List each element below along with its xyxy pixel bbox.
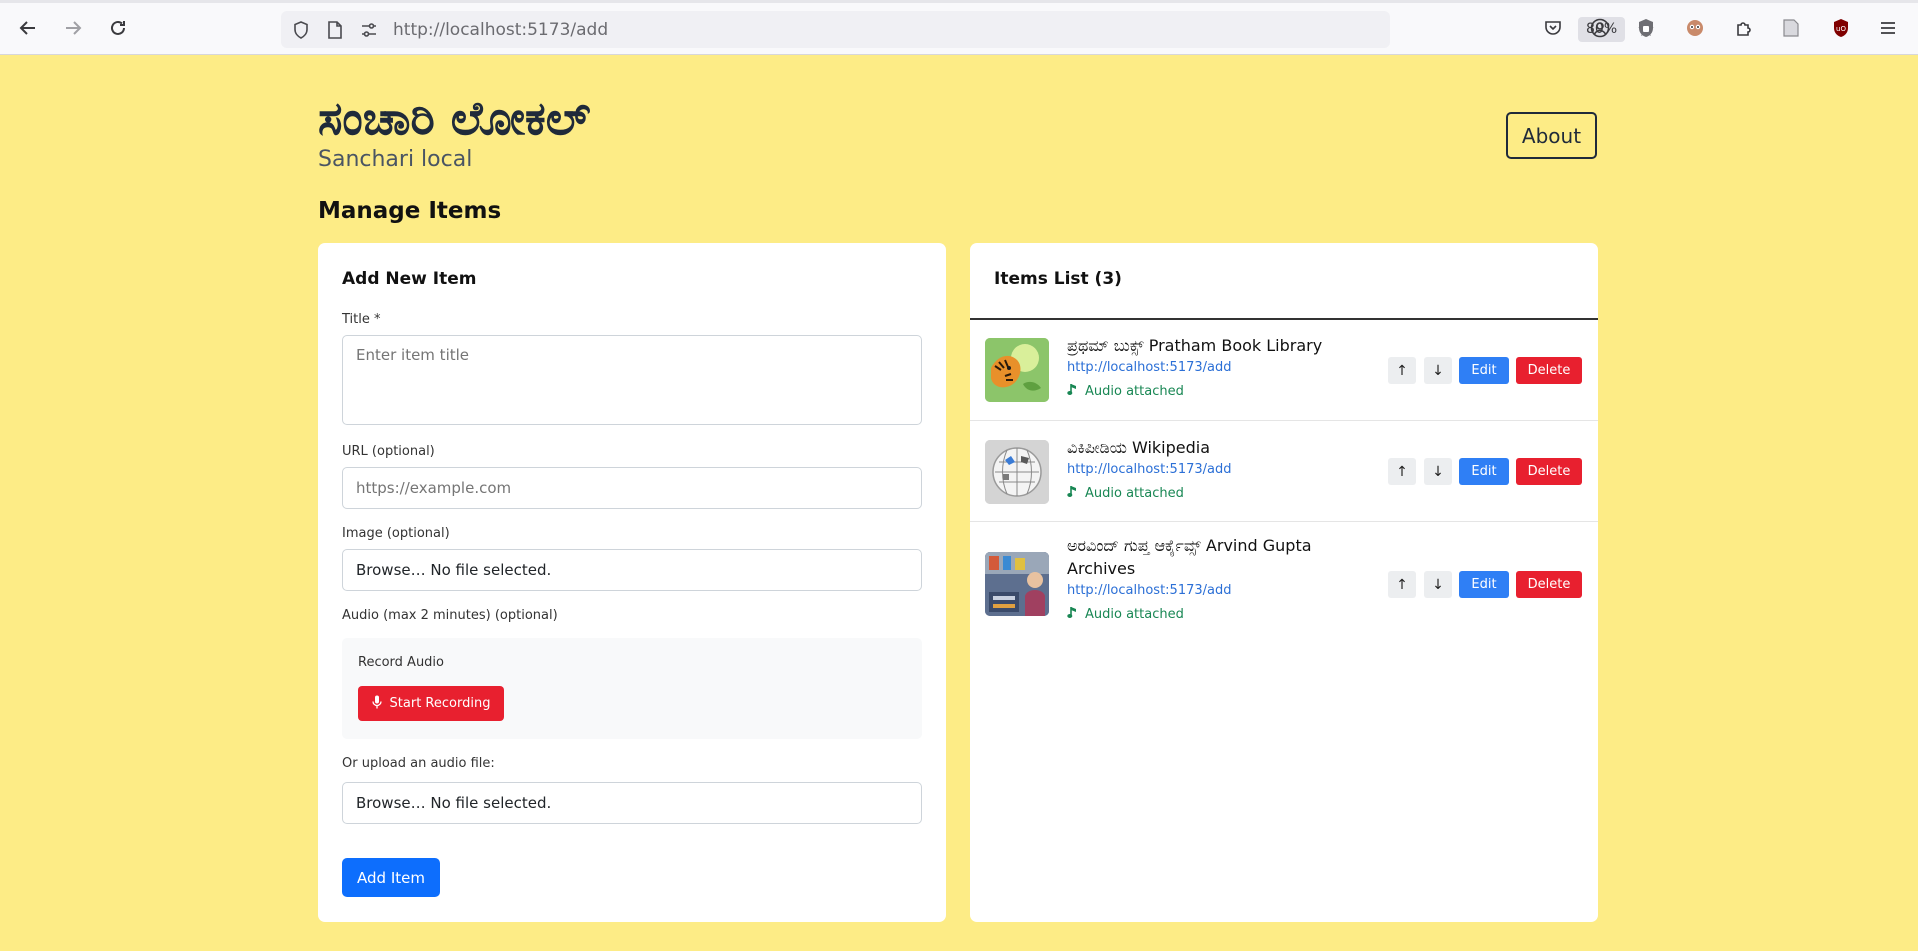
move-up-button[interactable]: ↑ (1388, 571, 1416, 598)
record-audio-panel: Record Audio Start Recording (342, 638, 922, 739)
delete-button[interactable]: Delete (1516, 571, 1582, 598)
delete-button[interactable]: Delete (1516, 458, 1582, 485)
item-url-link[interactable]: http://localhost:5173/add (1067, 583, 1232, 598)
add-item-heading: Add New Item (342, 269, 477, 289)
record-audio-label: Record Audio (358, 655, 444, 670)
move-up-button[interactable]: ↑ (1388, 357, 1416, 384)
start-recording-button[interactable]: Start Recording (358, 686, 504, 721)
move-down-button[interactable]: ↓ (1424, 571, 1452, 598)
item-audio-status: Audio attached (1067, 485, 1184, 502)
delete-button[interactable]: Delete (1516, 357, 1582, 384)
site-subtitle: Sanchari local (318, 147, 473, 172)
browser-toolbar: http://localhost:5173/add 80% ☆ uO (0, 0, 1918, 55)
audio-label: Audio (max 2 minutes) (optional) (342, 608, 558, 623)
items-list-heading: Items List (3) (994, 269, 1122, 289)
pocket-icon[interactable] (1540, 15, 1566, 41)
site-title: ಸಂಚಾರಿ ಲೋಕಲ್ (318, 91, 591, 145)
permissions-icon[interactable] (358, 19, 380, 41)
move-down-button[interactable]: ↓ (1424, 458, 1452, 485)
item-title: ಪ್ರಥಮ್ ಬುಕ್ಸ್ Pratham Book Library (1067, 336, 1323, 355)
extension-face-icon[interactable] (1682, 15, 1708, 41)
ublock-icon[interactable]: uO (1828, 15, 1854, 41)
reader-doc-icon[interactable] (1778, 15, 1804, 41)
item-thumbnail (985, 552, 1049, 616)
menu-hamburger-icon[interactable] (1875, 15, 1901, 41)
microphone-icon (371, 695, 382, 713)
extensions-puzzle-icon[interactable] (1731, 15, 1757, 41)
svg-text:uO: uO (1836, 25, 1846, 33)
items-list-card: Items List (3) ಪ್ರಥಮ್ ಬುಕ್ಸ್ Pratham Boo… (970, 243, 1598, 922)
item-thumbnail (985, 440, 1049, 504)
address-bar[interactable]: http://localhost:5173/add 80% ☆ (281, 11, 1655, 48)
shield-icon[interactable] (290, 19, 312, 41)
reload-icon[interactable] (104, 14, 132, 42)
image-label: Image (optional) (342, 526, 450, 541)
account-icon[interactable] (1587, 15, 1613, 41)
music-note-icon (1067, 485, 1077, 502)
edit-button[interactable]: Edit (1459, 571, 1509, 598)
about-button[interactable]: About (1506, 112, 1597, 159)
item-url-link[interactable]: http://localhost:5173/add (1067, 462, 1232, 477)
item-audio-status: Audio attached (1067, 606, 1184, 623)
music-note-icon (1067, 383, 1077, 400)
add-item-card: Add New Item Title * URL (optional) Imag… (318, 243, 946, 922)
upload-audio-label: Or upload an audio file: (342, 756, 495, 771)
item-url-link[interactable]: http://localhost:5173/add (1067, 360, 1232, 375)
tab-strip-edge (0, 0, 1918, 3)
image-file-input[interactable]: Browse… No file selected. (342, 549, 922, 591)
url-label: URL (optional) (342, 444, 435, 459)
music-note-icon (1067, 606, 1077, 623)
url-text[interactable]: http://localhost:5173/add (393, 20, 608, 40)
page-icon[interactable] (324, 19, 346, 41)
page-title: Manage Items (318, 198, 502, 224)
edit-button[interactable]: Edit (1459, 458, 1509, 485)
forward-icon[interactable] (59, 14, 87, 42)
item-title: ವಿಕಿಪೀಡಿಯ Wikipedia (1067, 438, 1211, 457)
item-thumbnail (985, 338, 1049, 402)
list-item: ಪ್ರಥಮ್ ಬುಕ್ಸ್ Pratham Book Library http:… (970, 320, 1598, 421)
item-audio-status: Audio attached (1067, 383, 1184, 400)
add-item-button[interactable]: Add Item (342, 858, 440, 897)
move-up-button[interactable]: ↑ (1388, 458, 1416, 485)
title-input[interactable] (342, 335, 922, 425)
back-icon[interactable] (14, 14, 42, 42)
list-item: ವಿಕಿಪೀಡಿಯ Wikipedia http://localhost:517… (970, 421, 1598, 522)
url-input[interactable] (342, 467, 922, 509)
title-label: Title * (342, 312, 381, 327)
audio-file-input[interactable]: Browse… No file selected. (342, 782, 922, 824)
item-title: ಅರವಿಂದ್ ಗುಪ್ತ ಆರ್ಕೈವ್ಸ್ Arvind Gupta Arc… (1067, 536, 1312, 578)
start-recording-label: Start Recording (389, 696, 491, 711)
edit-button[interactable]: Edit (1459, 357, 1509, 384)
privacy-badger-icon[interactable] (1633, 15, 1659, 41)
move-down-button[interactable]: ↓ (1424, 357, 1452, 384)
list-item: ಅರವಿಂದ್ ಗುಪ್ತ ಆರ್ಕೈವ್ಸ್ Arvind Gupta Arc… (970, 522, 1598, 647)
